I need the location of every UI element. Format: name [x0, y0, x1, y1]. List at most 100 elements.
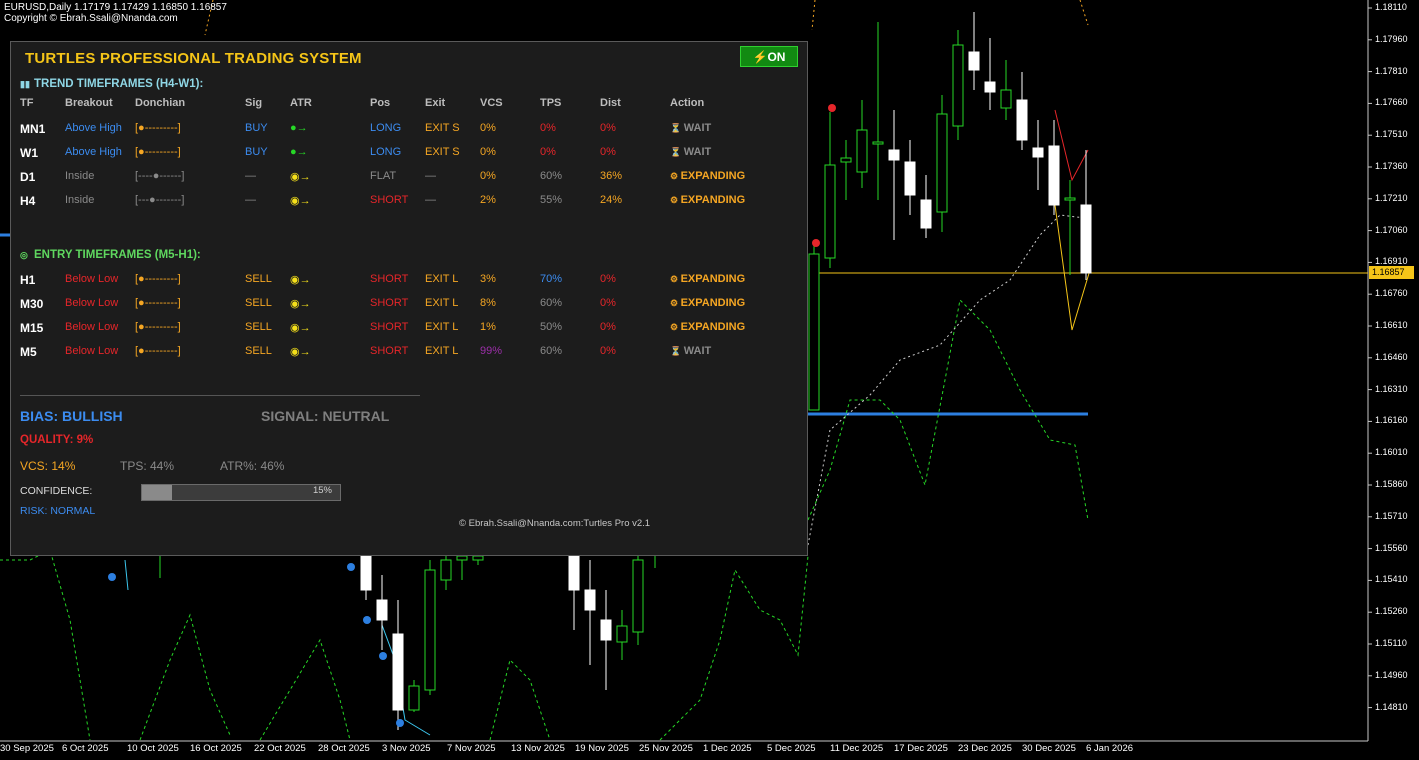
- cell-exit: EXIT L: [425, 273, 459, 285]
- cell-sig: BUY: [245, 146, 268, 158]
- cell-sig: SELL: [245, 297, 272, 309]
- cell-vcs: 8%: [480, 297, 496, 309]
- price-axis-label: 1.14810: [1375, 701, 1408, 712]
- cell-breakout: Below Low: [65, 273, 119, 285]
- cell-sig: SELL: [245, 345, 272, 357]
- column-header: Exit: [425, 97, 446, 109]
- cell-dist: 0%: [600, 273, 616, 285]
- candle-body: [424, 569, 436, 691]
- cell-tf: H1: [20, 273, 36, 287]
- candle-body: [856, 129, 868, 173]
- cell-tf: MN1: [20, 122, 46, 136]
- expand-icon: ⚙: [670, 322, 681, 332]
- cell-dist: 0%: [600, 122, 616, 134]
- risk-label: RISK: NORMAL: [20, 505, 96, 517]
- cell-breakout: Below Low: [65, 321, 119, 333]
- trend-section-heading: ▮▮ TREND TIMEFRAMES (H4-W1):: [20, 78, 203, 90]
- indicator-line-orange: [1079, 0, 1089, 26]
- indicator-line: [0, 549, 91, 741]
- time-axis-label: 10 Oct 2025: [127, 743, 179, 754]
- action-label: EXPANDING: [680, 321, 746, 333]
- expand-icon: ⚙: [670, 171, 681, 181]
- cell-tf: H4: [20, 194, 36, 208]
- cell-tps: 60%: [540, 170, 563, 182]
- cell-pos: SHORT: [370, 321, 409, 333]
- cell-dist: 0%: [600, 146, 616, 158]
- cell-vcs: 2%: [480, 194, 496, 206]
- time-axis-label: 22 Oct 2025: [254, 743, 306, 754]
- cell-atr: ◉→: [290, 346, 311, 358]
- cell-action: ⚙ EXPANDING: [670, 321, 745, 333]
- confidence-label: CONFIDENCE:: [20, 485, 93, 497]
- indicator-line-cyan: [381, 624, 431, 736]
- hourglass-icon: ⏳: [670, 147, 684, 157]
- column-header: VCS: [480, 97, 503, 109]
- price-axis-label: 1.15560: [1375, 542, 1408, 553]
- cell-tps: 60%: [540, 297, 563, 309]
- price-axis-label: 1.18110: [1375, 2, 1407, 12]
- hourglass-icon: ⏳: [670, 346, 684, 356]
- quality-label: QUALITY: 9%: [20, 434, 94, 446]
- cell-tps: 70%: [540, 273, 563, 285]
- column-header: Pos: [370, 97, 391, 109]
- chart-symbol-line: EURUSD,Daily 1.17179 1.17429 1.16850 1.1…: [4, 2, 227, 13]
- column-header: Dist: [600, 97, 621, 109]
- candle-body: [920, 199, 932, 229]
- on-toggle-button[interactable]: ⚡ON: [740, 46, 798, 67]
- cell-tps: 60%: [540, 345, 563, 357]
- action-label: EXPANDING: [680, 297, 746, 309]
- cell-action: ⚙ EXPANDING: [670, 194, 745, 206]
- cell-donchian: [●---------]: [135, 345, 181, 357]
- confidence-value: 15%: [312, 485, 332, 496]
- column-header: Action: [670, 97, 705, 109]
- cell-donchian: [----●------]: [135, 170, 185, 182]
- cell-donchian: [●---------]: [135, 146, 181, 158]
- cell-vcs: 1%: [480, 321, 496, 333]
- cell-exit: EXIT S: [425, 146, 460, 158]
- cell-dist: 0%: [600, 321, 616, 333]
- atr-metric: ATR%: 46%: [220, 459, 285, 473]
- candle-body: [360, 554, 372, 591]
- price-axis-label: 1.17510: [1375, 129, 1408, 140]
- cell-pos: SHORT: [370, 345, 409, 357]
- cell-action: ⏳ WAIT: [670, 122, 711, 134]
- candle-body: [824, 164, 836, 259]
- time-axis-label: 7 Nov 2025: [447, 743, 496, 754]
- cell-tf: M15: [20, 321, 44, 335]
- cell-atr: ●→: [290, 122, 308, 134]
- indicator-line: [259, 638, 351, 741]
- candle-body: [392, 633, 404, 711]
- cell-donchian: [---●-------]: [135, 194, 185, 206]
- trend-section-label: TREND TIMEFRAMES (H4-W1):: [34, 78, 204, 90]
- cell-pos: FLAT: [370, 170, 397, 182]
- entry-section-heading: ◎ ENTRY TIMEFRAMES (M5-H1):: [20, 249, 201, 261]
- cell-pos: SHORT: [370, 273, 409, 285]
- candle-body: [616, 625, 628, 643]
- time-axis-label: 30 Dec 2025: [1022, 743, 1076, 754]
- signal-dot: [363, 616, 371, 624]
- price-axis-label: 1.17360: [1375, 161, 1408, 171]
- cell-breakout: Below Low: [65, 345, 119, 357]
- candle-body: [872, 141, 884, 145]
- expand-icon: ⚙: [670, 274, 681, 284]
- candle-body: [904, 161, 916, 196]
- turtles-dashboard-panel: TURTLES PROFESSIONAL TRADING SYSTEM ⚡ON …: [10, 41, 808, 556]
- price-axis-label: 1.14960: [1375, 669, 1408, 680]
- cell-pos: SHORT: [370, 194, 409, 206]
- cell-action: ⚙ EXPANDING: [670, 170, 745, 182]
- price-axis-label: 1.17810: [1375, 65, 1408, 76]
- cell-vcs: 99%: [480, 345, 503, 357]
- price-axis-label: 1.15860: [1375, 479, 1408, 489]
- cell-vcs: 0%: [480, 146, 496, 158]
- cell-donchian: [●---------]: [135, 122, 181, 134]
- cell-donchian: [●---------]: [135, 297, 181, 309]
- time-axis-label: 1 Dec 2025: [703, 743, 752, 754]
- signal-dot: [396, 719, 404, 727]
- cell-action: ⏳ WAIT: [670, 146, 711, 158]
- current-price-tag: 1.16857: [1369, 266, 1414, 279]
- time-axis-label: 13 Nov 2025: [511, 743, 565, 754]
- cell-pos: LONG: [370, 122, 402, 134]
- cell-tf: M30: [20, 297, 44, 311]
- indicator-line-upper: [807, 298, 1089, 521]
- confidence-bar: 15%: [141, 484, 341, 501]
